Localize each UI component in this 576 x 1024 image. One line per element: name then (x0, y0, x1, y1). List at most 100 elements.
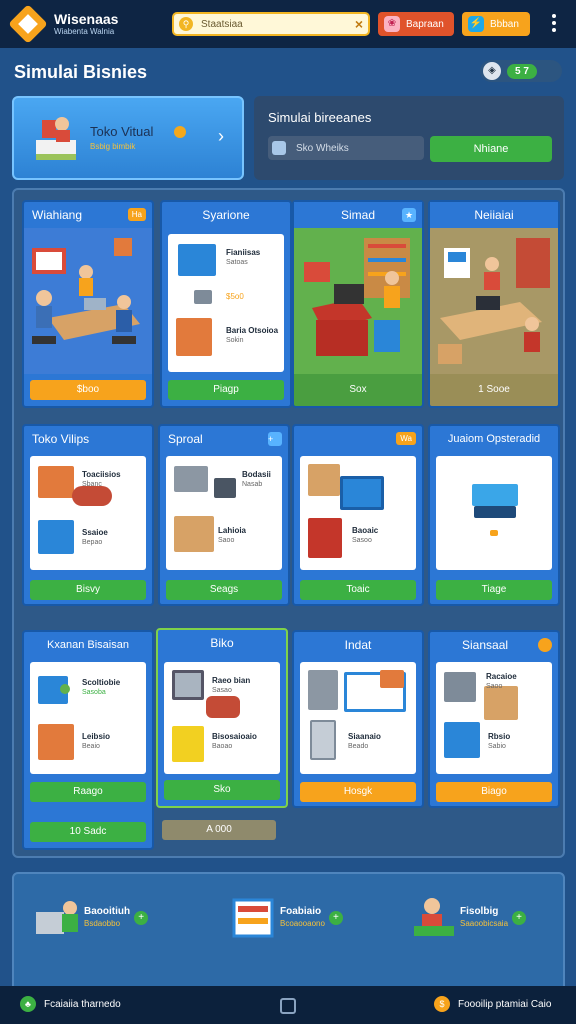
label-2: Lahioia (218, 526, 247, 535)
product-box: Baoaic Sasoo (300, 456, 416, 570)
tile-buy-button[interactable]: $boo (30, 380, 146, 400)
label-1-sub: Saoo (486, 683, 503, 690)
nav-item-left[interactable]: ♣ Fcaiaiia tharnedo (20, 996, 121, 1012)
label-2-sub: Baoao (212, 743, 233, 750)
virtual-store-card[interactable]: Toko Vitual Bsbig bimbik › (12, 96, 244, 180)
tile-title: Siansaal (462, 638, 509, 652)
tile-title: Toko Vilips (32, 432, 90, 446)
coin-icon (174, 126, 186, 138)
tile-kxanan[interactable]: Kxanan Bisaisan Scoltiobie Sasoba Leibsio… (22, 630, 154, 850)
status-value: 5 7 (507, 63, 537, 79)
tile-syarione[interactable]: Syarione Fianiisas Satoas $5o0 Baria Otso… (160, 200, 292, 408)
nav-right-label: Foooilip ptamiai Caio (458, 998, 552, 1010)
coin-icon (538, 638, 552, 652)
search-input[interactable]: ⚲ Staatsiaa × (172, 12, 370, 36)
label-1-sub: Beado (348, 743, 369, 750)
label-2-sub: Sabio (488, 743, 506, 750)
tile-title: Kxanan Bisaisan (47, 639, 129, 651)
feature-title: Baooitiuh (84, 906, 131, 917)
business-sim-button[interactable]: Nhiane (430, 136, 552, 162)
tile-buy-button[interactable]: Piagp (168, 380, 284, 400)
tile-title: Neiiaiai (430, 202, 558, 228)
tile-title: Wiahiang (32, 208, 83, 222)
tile-unnamed[interactable]: Wa Baoaic Sasoo Toaic (292, 424, 424, 606)
feature-item[interactable]: Foabiaio Bcoaooaono + (230, 896, 343, 940)
tile-price[interactable]: 1 Sooe (430, 384, 558, 395)
product-box: Racaioe Saoo Rbsio Sabio (436, 662, 552, 774)
tile-extra-button[interactable]: 10 Sadc (30, 822, 146, 842)
tile-simad[interactable]: Simad ★ Sox (292, 200, 424, 408)
feature-title: Foabiaio (280, 906, 322, 917)
plus-icon[interactable]: + (512, 911, 527, 925)
feature-sub: Saaoobicsaia (460, 919, 509, 928)
cashier-icon (414, 898, 454, 936)
home-icon[interactable] (280, 998, 296, 1014)
document-icon (272, 141, 286, 155)
label-1-sub: Sasao (212, 687, 232, 694)
business-sim-input[interactable]: Sko Wheiks (268, 136, 424, 160)
label-1: Fianiisas (226, 248, 261, 257)
app-logo[interactable] (8, 4, 48, 44)
tile-toko-vilips[interactable]: Toko Vilips Toaciisios Sbanc Ssaioe Bepao … (22, 424, 154, 606)
feature-item[interactable]: Fisolbig Saaoobicsaia + (410, 896, 527, 940)
tile-wiahiang[interactable]: Wiahiang Ha $boo (22, 200, 154, 408)
tile-buy-button[interactable]: Toaic (300, 580, 416, 600)
star-icon: ★ (402, 208, 416, 222)
product-box: Raeo bian Sasao Bisosaioaio Baoao (164, 662, 280, 774)
label-1: Baoaic (352, 526, 379, 535)
tile-buy-button[interactable]: Bisvy (30, 580, 146, 600)
tile-buy-button[interactable]: Raago (30, 782, 146, 802)
tile-buy-button[interactable]: Hosgk (300, 782, 416, 802)
tile-sproal[interactable]: Sproal + Bodasii Nasab Lahioia Saoo Seags (158, 424, 290, 606)
label-1: Toaciisios (82, 470, 121, 479)
top-button-primary-label: Bapraan (406, 18, 444, 30)
label-2: Baria Otsoioa (226, 326, 279, 335)
nav-left-label: Fcaiaiia tharnedo (44, 998, 121, 1010)
tile-buy-button[interactable]: Biago (436, 782, 552, 802)
feature-item[interactable]: Baooitiuh Bsdaobbo + (34, 896, 149, 940)
label-1-sub: Sbanc (82, 481, 102, 488)
shelf-icon (232, 898, 274, 938)
business-sim-title: Simulai bireeanes (268, 110, 372, 125)
tile-buy-button[interactable]: Sko (164, 780, 280, 800)
label-2-sub: Beaio (82, 743, 100, 750)
tile-biko[interactable]: Biko Raeo bian Sasao Bisosaioaio Baoao Sko (156, 628, 288, 808)
brand: Wisenaas Wiabenta Walnia (54, 12, 118, 36)
more-menu-icon[interactable] (552, 14, 556, 35)
tile-buy-button[interactable]: Tiage (436, 580, 552, 600)
label-1-sub: Sasoba (82, 689, 106, 696)
nav-item-right[interactable]: $ Foooilip ptamiai Caio (434, 996, 551, 1012)
tile-title: Juaiom Opsteradid (447, 433, 541, 445)
label-1: Raeo bian (212, 676, 251, 685)
tile-custom[interactable]: Juaiom Opsteradid Tiage (428, 424, 560, 606)
plus-icon[interactable]: + (134, 911, 149, 925)
coin-icon: $ (434, 996, 450, 1012)
top-button-secondary[interactable]: ⚡ Bbban (462, 12, 530, 36)
flash-icon: ⚡ (468, 16, 484, 32)
tile-buy-button[interactable]: Seags (166, 580, 282, 600)
tile-title: Biko (210, 636, 234, 650)
product-box: Toaciisios Sbanc Ssaioe Bepao (30, 456, 146, 570)
tile-siansaal[interactable]: Siansaal Racaioe Saoo Rbsio Sabio Biago (428, 630, 560, 808)
page-title: Simulai Bisnies (14, 62, 148, 82)
search-icon: ⚲ (179, 17, 193, 31)
label-1: Siaanaio (348, 732, 381, 741)
top-button-secondary-label: Bbban (490, 18, 519, 30)
tile-badge: Wa (396, 432, 416, 445)
office-illustration-icon (24, 228, 152, 374)
tile-price[interactable]: Sox (294, 384, 422, 395)
tile-neiiaiai[interactable]: Neiiaiai 1 Sooe (428, 200, 560, 408)
product-box: Bodasii Nasab Lahioia Saoo (166, 456, 282, 570)
label-1-sub: Nasab (242, 481, 263, 488)
label-1: Bodasii (242, 470, 271, 479)
close-icon[interactable]: × (355, 16, 363, 32)
plus-icon[interactable]: + (328, 911, 343, 925)
tile-indat[interactable]: Indat Siaanaio Beado Hosgk (292, 630, 424, 808)
virtual-store-subtitle: Bsbig bimbik (90, 142, 136, 151)
tile-title: Sproal (168, 432, 203, 446)
chevron-right-icon[interactable]: › (218, 126, 224, 147)
product-box (436, 456, 552, 570)
tile-biko-extra-button[interactable]: A 000 (162, 820, 276, 840)
virtual-store-title: Toko Vitual (90, 124, 154, 139)
top-button-primary[interactable]: ❀ Bapraan (378, 12, 454, 36)
